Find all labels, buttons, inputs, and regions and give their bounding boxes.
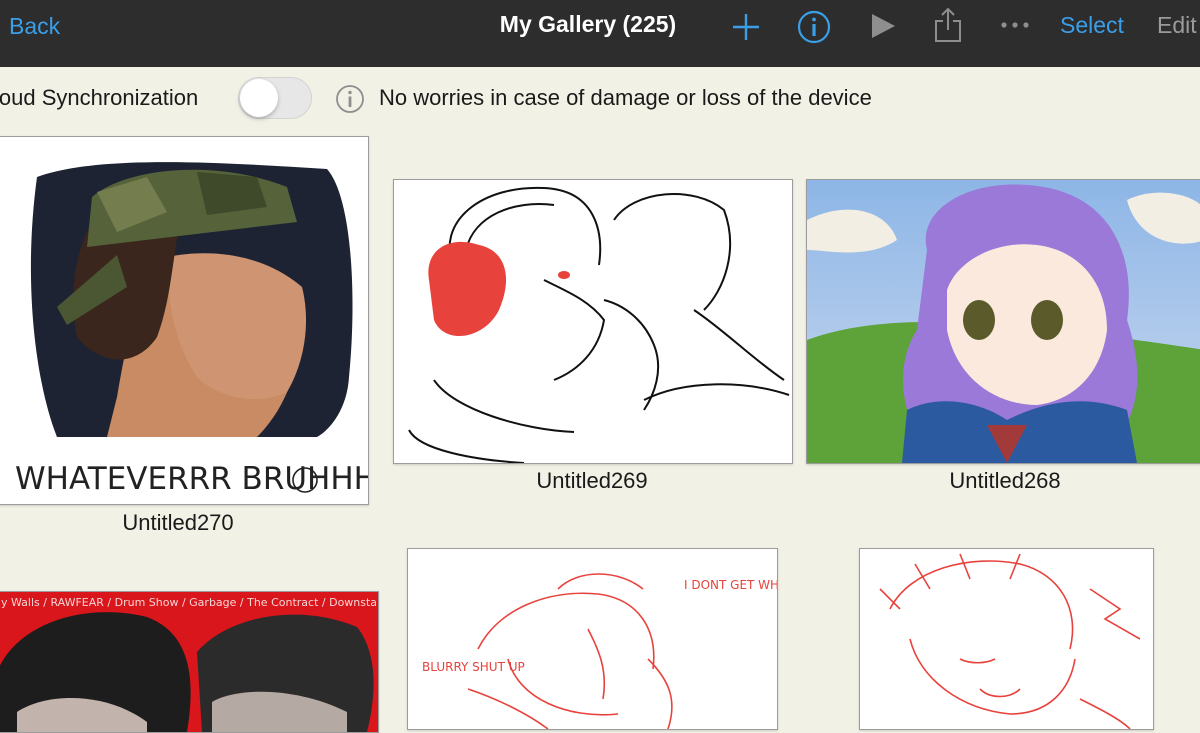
info-icon[interactable] bbox=[797, 10, 831, 44]
share-icon[interactable] bbox=[934, 7, 962, 43]
gallery-item-partial[interactable] bbox=[859, 548, 1154, 730]
gallery-item-untitled268[interactable] bbox=[806, 179, 1200, 464]
artwork-text: BLURRY SHUT UP bbox=[422, 660, 525, 674]
gallery-item-partial[interactable]: y Walls / RAWFEAR / Drum Show / Garbage … bbox=[0, 591, 379, 733]
artwork-thumbnail: y Walls / RAWFEAR / Drum Show / Garbage … bbox=[0, 592, 378, 732]
edit-button[interactable]: Edit bbox=[1157, 12, 1197, 39]
top-bar: Back My Gallery (225) Select Edit bbox=[0, 0, 1200, 67]
artwork-text: I DONT GET WHY YOU HAVE TO BE HERE bbox=[684, 578, 777, 592]
artwork-thumbnail bbox=[394, 180, 792, 463]
sync-bar: loud Synchronization No worries in case … bbox=[0, 67, 1200, 129]
item-title: Untitled268 bbox=[949, 468, 1061, 493]
info-icon[interactable] bbox=[335, 84, 365, 114]
artwork-thumbnail: I DONT GET WHY YOU HAVE TO BE HERE BLURR… bbox=[408, 549, 777, 729]
item-title: Untitled270 bbox=[122, 510, 234, 535]
toggle-knob bbox=[240, 79, 278, 117]
back-label: Back bbox=[9, 12, 61, 39]
chevron-left-icon bbox=[0, 13, 9, 39]
item-title: Untitled269 bbox=[536, 468, 648, 493]
sync-label: loud Synchronization bbox=[0, 85, 199, 110]
sync-toggle[interactable] bbox=[238, 77, 312, 119]
select-button[interactable]: Select bbox=[1060, 12, 1124, 39]
plus-icon[interactable] bbox=[731, 12, 761, 42]
artwork-text: WHATEVERRR BRUHHHH bbox=[15, 461, 368, 497]
back-button[interactable]: Back bbox=[0, 11, 60, 41]
artwork-thumbnail bbox=[860, 549, 1153, 729]
artwork-thumbnail: WHATEVERRR BRUHHHH bbox=[0, 137, 368, 504]
artwork-thumbnail bbox=[807, 180, 1200, 463]
more-icon[interactable] bbox=[1000, 20, 1030, 30]
gallery-item-partial[interactable]: I DONT GET WHY YOU HAVE TO BE HERE BLURR… bbox=[407, 548, 778, 730]
play-icon[interactable] bbox=[870, 13, 896, 39]
artwork-text: y Walls / RAWFEAR / Drum Show / Garbage … bbox=[1, 596, 378, 609]
gallery-item-untitled270[interactable]: WHATEVERRR BRUHHHH bbox=[0, 136, 369, 505]
gallery-item-untitled269[interactable] bbox=[393, 179, 793, 464]
sync-note: No worries in case of damage or loss of … bbox=[379, 85, 872, 110]
